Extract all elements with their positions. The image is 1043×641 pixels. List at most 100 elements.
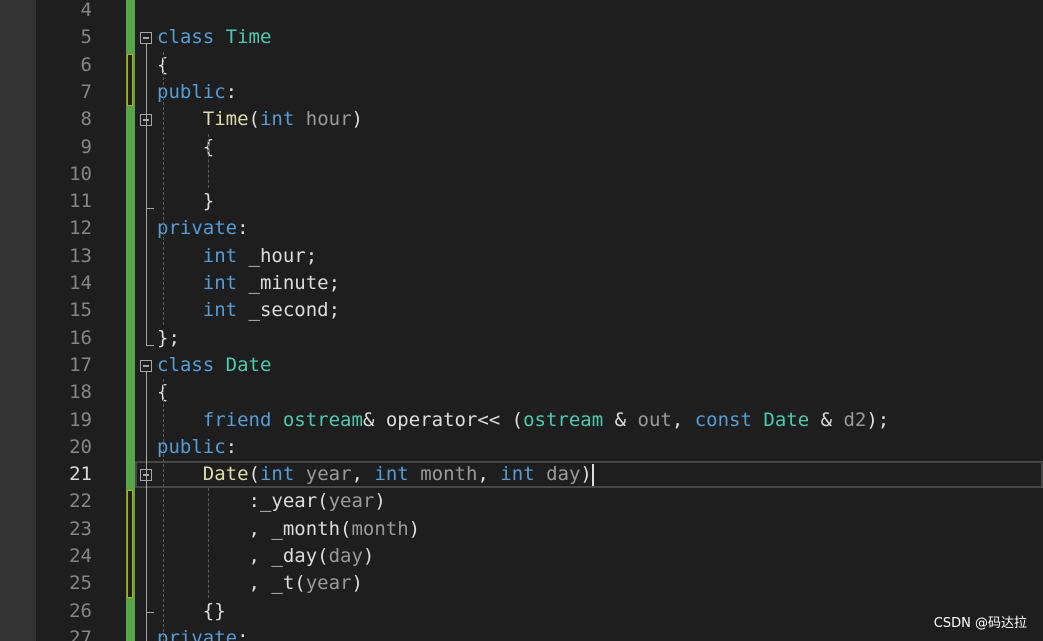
code-text[interactable]: friend ostream& operator<< (ostream & ou… [157,407,889,434]
code-token: Date [202,463,249,486]
code-line[interactable]: 22 :_year(year) [0,488,1043,515]
code-token: , [351,463,375,486]
line-number: 27 [69,626,92,641]
code-text[interactable]: } [157,188,214,215]
code-line-area[interactable]: public: [135,434,1043,461]
code-text[interactable]: int _hour; [157,243,317,270]
code-line-area[interactable]: int _minute; [135,270,1043,297]
code-line[interactable]: 15 int _second; [0,297,1043,324]
collapse-minus-icon[interactable] [140,359,152,372]
code-line-area[interactable]: private: [135,625,1043,641]
code-token: Date [763,408,810,431]
code-line[interactable]: 5 class Time [0,24,1043,51]
collapse-minus-icon[interactable] [140,32,152,45]
code-token: : [225,80,238,103]
code-token: year [305,463,352,486]
code-line-area[interactable]: } [135,188,1043,215]
code-line-area[interactable]: int _hour; [135,243,1043,270]
code-line-area[interactable]: public: [135,79,1043,106]
code-editor[interactable]: 4 5 class Time 6{7 public: 8 Time(int hour) 9 … [0,0,1043,641]
code-text[interactable]: public: [157,79,237,106]
code-text[interactable]: int _minute; [157,270,340,297]
code-line[interactable]: 26 {} [0,598,1043,625]
code-line[interactable]: 6{ [0,52,1043,79]
code-text[interactable]: {} [157,598,226,625]
code-text[interactable]: public: [157,434,237,461]
code-line[interactable]: 24 , _day(day) [0,543,1043,570]
code-token: & operator<< ( [362,408,524,431]
code-line-area[interactable]: , _day(day) [135,543,1043,570]
fold-region-end [146,611,154,613]
code-token: ( [248,463,260,486]
code-line[interactable]: 18 { [0,379,1043,406]
code-line[interactable]: 9 { [0,134,1043,161]
code-line-area[interactable]: Time(int hour) [135,106,1043,133]
code-text[interactable]: { [157,134,214,161]
code-token: , _day( [157,545,329,567]
code-text[interactable]: Date(int year, int month, int day) [157,461,594,488]
code-line[interactable]: 8 Time(int hour) [0,106,1043,133]
code-line-area[interactable]: { [135,379,1043,406]
code-token: month [351,517,409,540]
code-text[interactable]: , _month(month) [157,516,421,543]
line-number: 6 [80,53,92,76]
code-token: }; [157,326,180,349]
code-line-area[interactable]: , _t(year) [135,570,1043,597]
indent-guide [208,133,209,189]
code-line[interactable]: 4 [0,0,1043,24]
code-line-area[interactable]: private: [135,215,1043,242]
code-line-area[interactable] [135,0,1043,24]
code-line[interactable]: 19 friend ostream& operator<< (ostream &… [0,407,1043,434]
code-text[interactable]: private: [157,215,249,242]
code-line-area[interactable]: , _month(month) [135,516,1043,543]
code-token: int [202,244,238,267]
code-line-area[interactable]: { [135,52,1043,79]
code-text[interactable]: private: [157,625,249,641]
code-line[interactable]: 21 Date(int year, int month, int day) [0,461,1043,489]
code-token: private [157,217,238,240]
code-token: Date [225,353,272,376]
code-line[interactable]: 25 , _t(year) [0,570,1043,597]
code-token: hour [305,108,352,131]
code-token: public [157,435,226,458]
code-line[interactable]: 12 private: [0,215,1043,242]
code-text[interactable]: class Date [157,352,271,379]
code-line[interactable]: 10 [0,161,1043,188]
code-line-area[interactable] [135,161,1043,188]
code-text[interactable]: class Time [157,24,271,51]
code-text[interactable]: }; [157,325,180,352]
code-line-area[interactable]: int _second; [135,297,1043,324]
code-line[interactable]: 23 , _month(month) [0,516,1043,543]
code-text[interactable]: , _day(day) [157,543,375,570]
code-line-area[interactable]: class Date [135,352,1043,379]
code-token: :_year( [157,490,329,513]
code-line[interactable]: 16}; [0,325,1043,352]
code-line[interactable]: 20 public: [0,434,1043,461]
code-token: Time [202,108,249,131]
code-line[interactable]: 27 private: [0,625,1043,641]
code-line-area[interactable]: }; [135,325,1043,352]
code-token: int [500,463,535,486]
code-line-area[interactable]: { [135,134,1043,161]
code-token: friend [202,408,272,431]
code-line[interactable]: 13 int _hour; [0,243,1043,270]
code-text[interactable]: :_year(year) [157,488,386,515]
code-token: year [305,572,352,595]
code-token: , [477,463,501,486]
code-line[interactable]: 14 int _minute; [0,270,1043,297]
code-text[interactable]: int _second; [157,297,340,324]
code-text[interactable]: , _t(year) [157,570,363,597]
code-line[interactable]: 11 } [0,188,1043,215]
code-line-area[interactable]: :_year(year) [135,488,1043,515]
code-token: _minute; [237,272,341,294]
code-text[interactable]: Time(int hour) [157,106,363,133]
code-line-area[interactable]: friend ostream& operator<< (ostream & ou… [135,407,1043,434]
code-line-area[interactable]: Date(int year, int month, int day) [135,461,1043,489]
code-line-area[interactable]: class Time [135,24,1043,51]
code-line[interactable]: 17 class Date [0,352,1043,379]
line-number: 10 [69,162,92,185]
code-token: ) [580,463,592,486]
code-line-area[interactable]: {} [135,598,1043,625]
code-line[interactable]: 7 public: [0,79,1043,106]
